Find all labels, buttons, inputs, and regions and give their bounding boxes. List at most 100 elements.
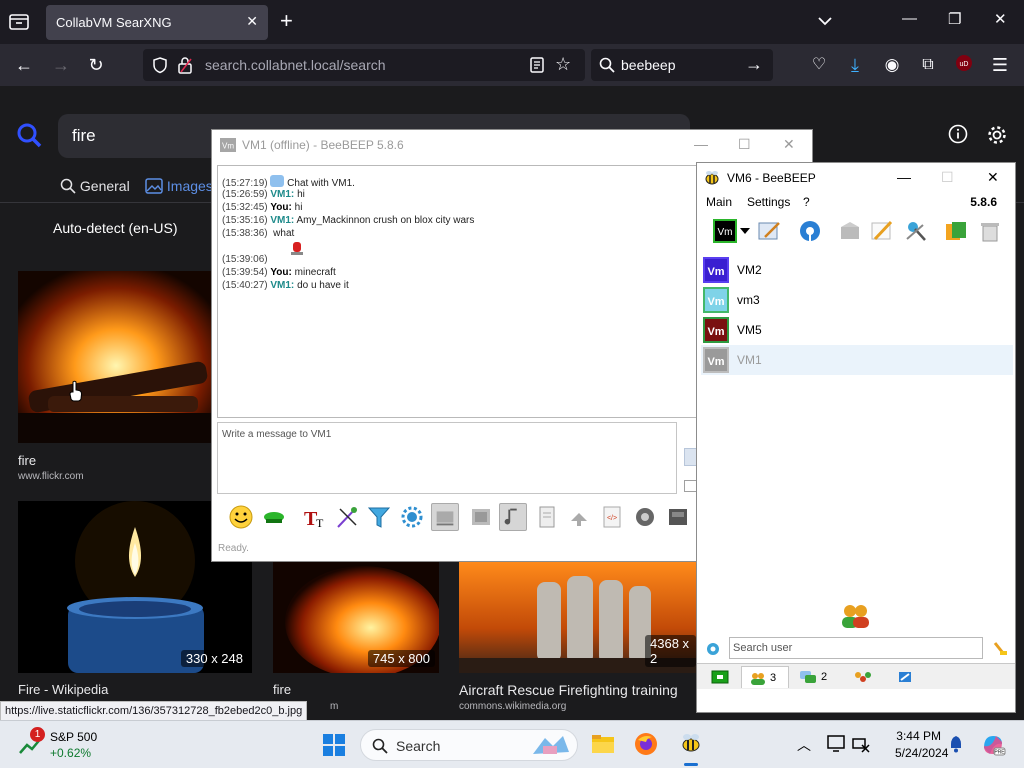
tab-general[interactable]: General [60, 178, 130, 194]
image-result-thumbnail[interactable] [18, 271, 214, 443]
menu-main[interactable]: Main [706, 195, 732, 209]
result-title[interactable]: fire [273, 682, 291, 697]
close-window-button[interactable]: ✕ [994, 10, 1007, 28]
new-tab-button[interactable]: + [280, 10, 293, 32]
image-attach-icon[interactable] [467, 503, 495, 531]
clock[interactable]: 3:44 PM 5/24/2024 [895, 729, 948, 760]
copilot-icon[interactable]: PRE [980, 732, 1006, 758]
tab-groups[interactable] [845, 666, 883, 688]
filter-icon[interactable] [365, 503, 393, 531]
clear-search-icon[interactable] [991, 639, 1009, 657]
url-bar[interactable]: search.collabnet.local/search ☆ [143, 49, 585, 81]
menu-help[interactable]: ? [803, 195, 810, 209]
searxng-logo-icon[interactable] [16, 122, 42, 148]
result-title[interactable]: Fire - Wikipedia [18, 682, 108, 697]
pocket-icon[interactable]: ♡ [808, 54, 830, 76]
chevron-down-icon[interactable] [816, 12, 834, 30]
search-options-icon[interactable] [705, 641, 721, 657]
browser-tab[interactable]: CollabVM SearXNG ✕ [46, 5, 268, 40]
window-titlebar[interactable]: Vm VM1 (offline) - BeeBEEP 5.8.6 — ☐ ✕ [212, 130, 812, 160]
window-titlebar[interactable]: VM6 - BeeBEEP — ☐ ✕ [697, 163, 1015, 193]
groups-icon[interactable] [837, 219, 863, 243]
save-chat-icon[interactable] [664, 503, 692, 531]
file-share-icon[interactable] [943, 219, 969, 243]
font-icon[interactable]: TT [301, 503, 329, 531]
lock-icon[interactable] [177, 56, 193, 74]
scroll-toggle-icon[interactable] [431, 503, 459, 531]
html-code-icon[interactable]: </> [598, 503, 626, 531]
tab-home[interactable] [705, 666, 735, 688]
edit-profile-icon[interactable] [757, 219, 783, 243]
tab-chats[interactable]: 2 [793, 666, 841, 688]
gear-icon[interactable] [986, 124, 1008, 146]
image-dimensions: 745 x 800 [367, 650, 435, 667]
clock-time: 3:44 PM [896, 729, 941, 743]
close-window-button[interactable]: ✕ [783, 136, 795, 153]
file-explorer-icon[interactable] [591, 733, 615, 755]
network-icon[interactable] [797, 219, 823, 243]
taskbar-search[interactable]: Search [360, 729, 578, 761]
result-title[interactable]: fire [18, 453, 36, 468]
download-icon[interactable]: ⤓ [844, 54, 866, 76]
tab-users[interactable]: 3 [741, 666, 789, 688]
user-item-vm2[interactable]: Vm VM2 [701, 255, 1013, 285]
tools-icon[interactable] [903, 219, 929, 243]
firefox-icon[interactable] [634, 732, 658, 756]
user-item-vm1[interactable]: Vm VM1 [701, 345, 1013, 375]
list-all-tabs-icon[interactable] [8, 12, 30, 32]
network-status-icon[interactable] [852, 735, 870, 753]
hamburger-menu-icon[interactable]: ☰ [989, 54, 1011, 76]
tab-shares[interactable] [887, 666, 925, 688]
show-hidden-icons-icon[interactable]: ︿ [797, 735, 811, 755]
minimize-window-button[interactable]: — [897, 169, 911, 185]
send-file-icon[interactable] [566, 503, 594, 531]
ublock-icon[interactable]: uD [953, 54, 975, 76]
menu-settings[interactable]: Settings [747, 195, 790, 209]
document-icon[interactable] [533, 503, 561, 531]
reader-view-icon[interactable] [529, 56, 545, 74]
search-highlight-icon [533, 736, 569, 754]
back-arrow-icon[interactable]: ← [13, 54, 35, 76]
chevron-down-icon[interactable] [740, 227, 750, 235]
language-selector[interactable]: Auto-detect (en-US) [53, 220, 178, 236]
message-input[interactable]: Write a message to VM1 [217, 422, 677, 494]
search-bar[interactable]: beebeep → [591, 49, 773, 81]
image-result-thumbnail[interactable]: 4368 x 2 [459, 562, 696, 673]
tab-images[interactable]: Images [145, 178, 213, 194]
trash-icon[interactable] [977, 219, 1003, 243]
extensions-icon[interactable]: ⧉ [917, 54, 939, 76]
beebeep-taskbar-icon[interactable] [678, 731, 704, 755]
search-user-input[interactable]: Search user [729, 637, 983, 659]
my-status-icon[interactable]: Vm [713, 219, 737, 243]
maximize-window-button[interactable]: ☐ [738, 136, 751, 153]
display-icon[interactable] [827, 735, 847, 753]
minimize-window-button[interactable]: — [902, 10, 917, 27]
color-picker-icon[interactable] [334, 503, 362, 531]
result-title[interactable]: Aircraft Rescue Firefighting training [459, 682, 678, 698]
bookmark-star-icon[interactable]: ☆ [555, 54, 571, 75]
chat-history[interactable]: (15:27:19) Chat with VM1. (15:26:59) VM1… [217, 165, 699, 418]
settings-gear-icon[interactable] [398, 503, 426, 531]
close-tab-icon[interactable]: ✕ [246, 13, 258, 30]
image-result-thumbnail[interactable]: 745 x 800 [273, 562, 439, 673]
windows-start-icon[interactable] [323, 734, 345, 756]
notes-edit-icon[interactable] [869, 219, 895, 243]
go-arrow-icon[interactable]: → [745, 54, 763, 75]
reload-icon[interactable]: ↻ [85, 54, 107, 76]
sound-note-icon[interactable] [499, 503, 527, 531]
info-icon[interactable] [948, 124, 968, 144]
user-item-vm5[interactable]: Vm VM5 [701, 315, 1013, 345]
account-icon[interactable]: ◉ [881, 54, 903, 76]
restore-window-button[interactable]: ❐ [948, 10, 961, 28]
close-window-button[interactable]: ✕ [987, 169, 999, 186]
emoticon-icon[interactable] [227, 503, 255, 531]
buzz-green-icon[interactable] [260, 503, 288, 531]
notification-bell-icon[interactable] [948, 735, 964, 753]
maximize-window-button[interactable]: ☐ [941, 169, 954, 186]
user-item-vm3[interactable]: Vm vm3 [701, 285, 1013, 315]
shield-icon[interactable] [151, 56, 169, 74]
minimize-window-button[interactable]: — [694, 136, 708, 152]
screenshot-icon[interactable] [631, 503, 659, 531]
forward-arrow-icon[interactable]: → [50, 54, 72, 76]
stocks-widget[interactable]: 1 S&P 500 +0.62% [18, 727, 128, 763]
